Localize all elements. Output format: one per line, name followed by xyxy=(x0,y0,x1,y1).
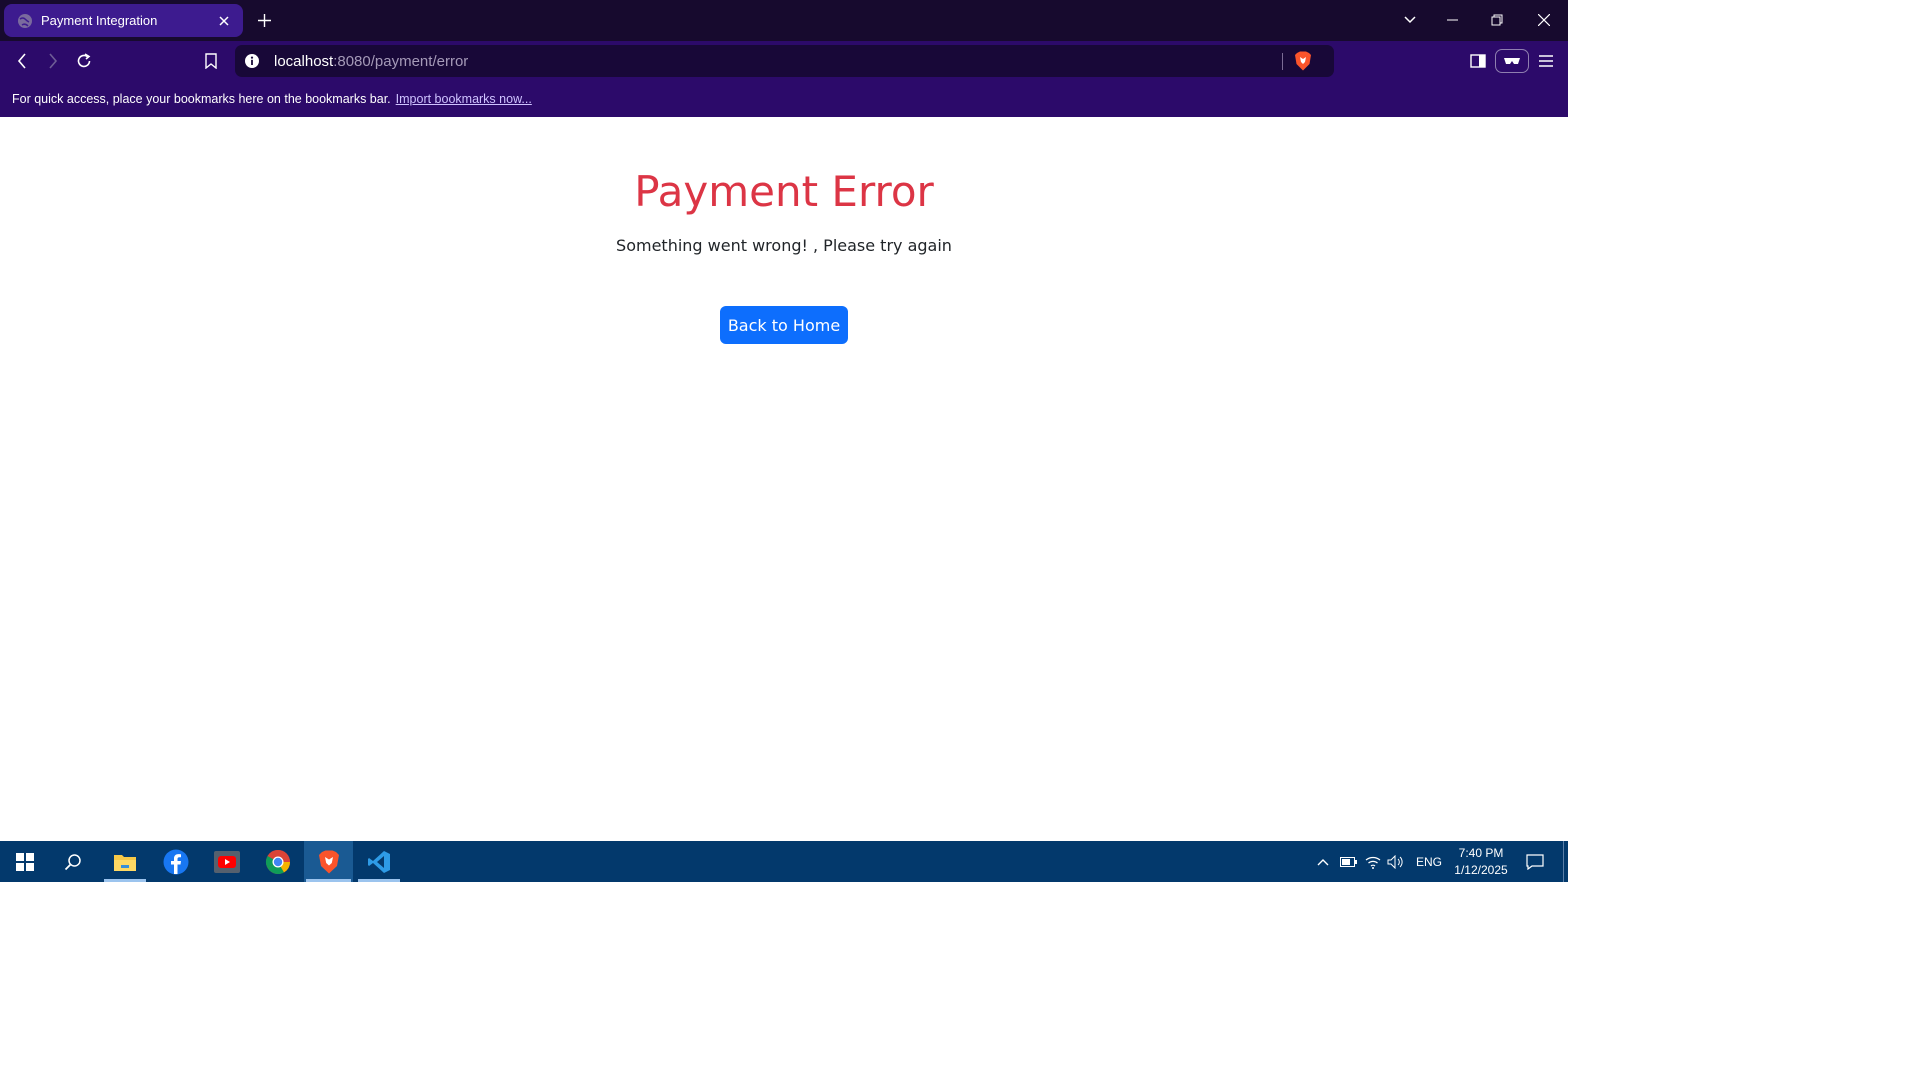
reload-icon[interactable] xyxy=(73,51,95,71)
volume-icon[interactable] xyxy=(1386,853,1404,871)
forward-icon[interactable] xyxy=(42,51,64,71)
back-to-home-button[interactable]: Back to Home xyxy=(720,306,848,344)
chevron-up-icon[interactable] xyxy=(1314,853,1332,871)
running-indicator xyxy=(306,879,351,882)
search-icon[interactable] xyxy=(50,841,96,882)
notifications-icon[interactable] xyxy=(1524,853,1546,871)
browser-toolbar: localhost:8080/payment/error xyxy=(0,41,1568,81)
bookmark-icon[interactable] xyxy=(200,51,222,71)
close-icon[interactable] xyxy=(215,12,233,30)
show-desktop-button[interactable] xyxy=(1563,841,1564,882)
file-explorer-icon[interactable] xyxy=(102,841,148,882)
battery-icon[interactable] xyxy=(1339,853,1357,871)
bookmarks-bar-message: For quick access, place your bookmarks h… xyxy=(12,92,391,106)
windows-taskbar: ENG 7:40 PM 1/12/2025 xyxy=(0,841,1568,882)
chrome-icon[interactable] xyxy=(255,841,301,882)
brave-shield-icon[interactable] xyxy=(1294,51,1312,71)
menu-icon[interactable] xyxy=(1535,51,1557,71)
import-bookmarks-link[interactable]: Import bookmarks now... xyxy=(396,92,532,106)
info-icon[interactable] xyxy=(244,53,260,69)
url-path: :8080/payment/error xyxy=(333,52,469,70)
screen: Payment Integration localhost:8080/payme… xyxy=(0,0,1568,882)
page-content: Payment Error Something went wrong! , Pl… xyxy=(0,117,1568,841)
restore-icon[interactable] xyxy=(1484,8,1510,32)
address-bar[interactable]: localhost:8080/payment/error xyxy=(235,45,1334,77)
tab-payment-integration[interactable]: Payment Integration xyxy=(4,4,243,37)
clock-date: 1/12/2025 xyxy=(1454,863,1508,877)
minimize-icon[interactable] xyxy=(1439,8,1465,32)
sidebar-icon[interactable] xyxy=(1467,51,1489,71)
close-window-icon[interactable] xyxy=(1531,8,1557,32)
facebook-icon[interactable] xyxy=(153,841,199,882)
page-title: Payment Error xyxy=(634,167,934,216)
bookmarks-bar: For quick access, place your bookmarks h… xyxy=(0,81,1568,117)
system-clock[interactable]: 7:40 PM 1/12/2025 xyxy=(1452,845,1510,879)
chevron-down-icon[interactable] xyxy=(1397,8,1423,32)
language-indicator[interactable]: ENG xyxy=(1416,855,1442,869)
globe-icon xyxy=(17,13,33,29)
tab-strip: Payment Integration xyxy=(0,0,1568,41)
youtube-icon[interactable] xyxy=(204,841,250,882)
clock-time: 7:40 PM xyxy=(1458,846,1504,860)
error-message: Something went wrong! , Please try again xyxy=(616,236,952,255)
url-text: localhost:8080/payment/error xyxy=(274,53,468,70)
wifi-icon[interactable] xyxy=(1364,853,1382,871)
rewards-icon[interactable] xyxy=(1495,49,1529,73)
address-divider xyxy=(1282,53,1283,70)
windows-start-icon[interactable] xyxy=(2,841,48,882)
url-host: localhost xyxy=(274,52,334,70)
vscode-icon[interactable] xyxy=(356,841,402,882)
back-icon[interactable] xyxy=(11,51,33,71)
running-indicator xyxy=(104,879,146,882)
plus-icon[interactable] xyxy=(254,10,274,30)
tab-title: Payment Integration xyxy=(41,13,158,28)
running-indicator xyxy=(358,879,400,882)
brave-icon[interactable] xyxy=(304,841,353,882)
